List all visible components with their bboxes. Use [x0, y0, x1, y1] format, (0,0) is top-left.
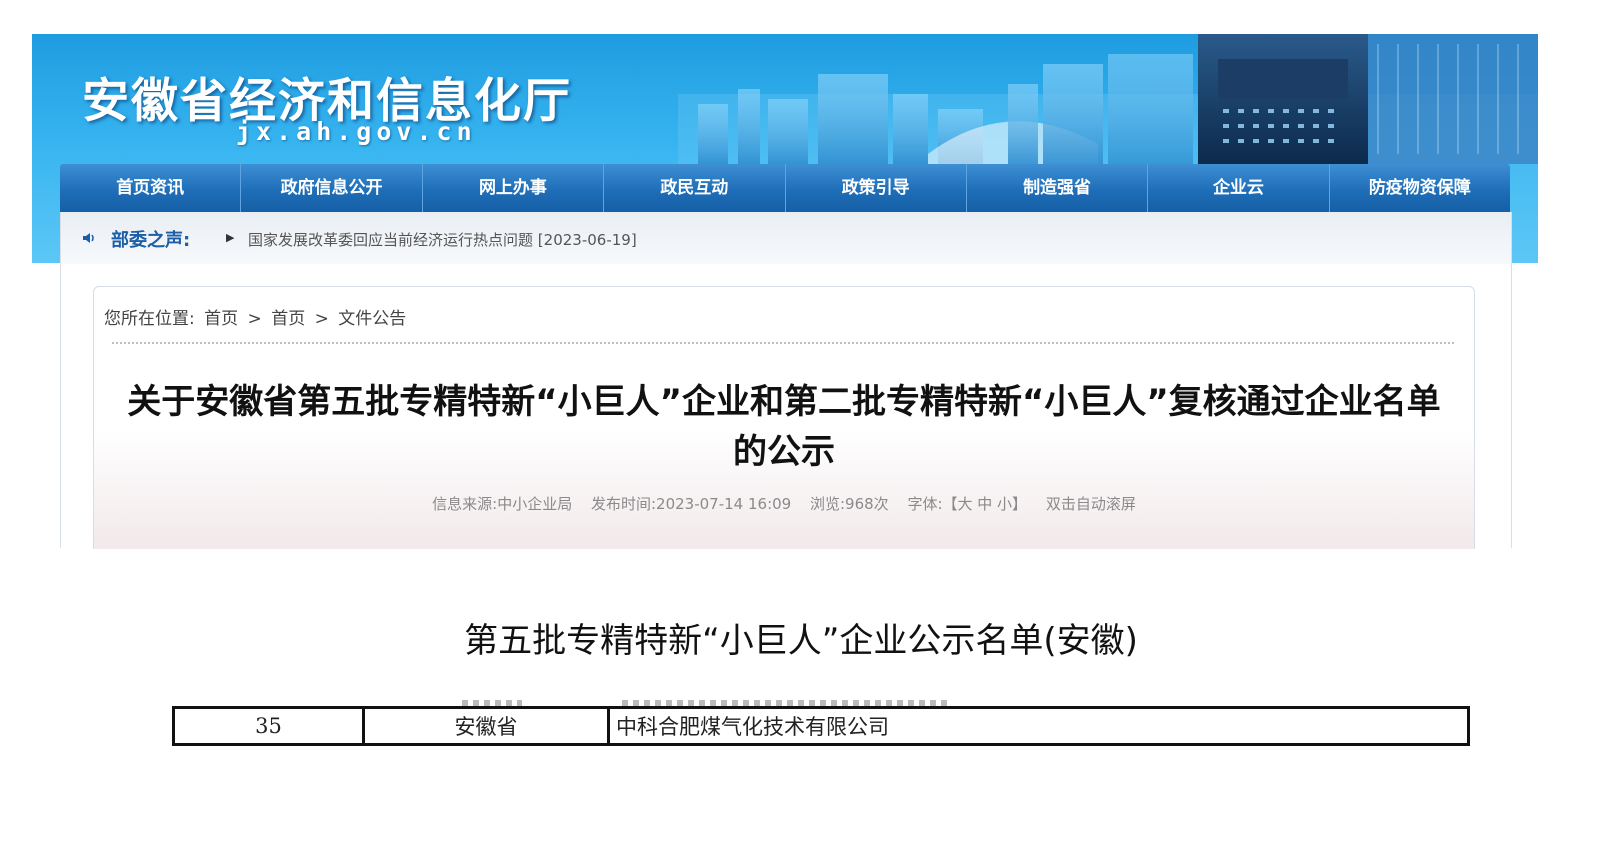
article-title: 关于安徽省第五批专精特新“小巨人”企业和第二批专精特新“小巨人”复核通过企业名单… — [127, 382, 1441, 472]
ticker-label: 部委之声: — [111, 230, 191, 251]
content-area: 部委之声: ▶ 国家发展改革委回应当前经济运行热点问题 [2023-06-19]… — [60, 212, 1512, 549]
news-ticker: 部委之声: ▶ 国家发展改革委回应当前经济运行热点问题 [2023-06-19] — [61, 212, 1511, 264]
company-table: 35 安徽省 中科合肥煤气化技术有限公司 — [172, 706, 1470, 746]
font-size-control[interactable]: 字体:【大 中 小】 — [907, 495, 1027, 513]
nav-item-epidemic-supplies[interactable]: 防疫物资保障 — [1330, 164, 1510, 212]
cell-no: 35 — [172, 706, 365, 746]
breadcrumb-link-announcements[interactable]: 文件公告 — [338, 309, 406, 329]
breadcrumb-link-home[interactable]: 首页 — [204, 309, 238, 329]
meta-source: 信息来源:中小企业局 — [432, 495, 573, 513]
nav-item-online-services[interactable]: 网上办事 — [423, 164, 605, 212]
cell-company: 中科合肥煤气化技术有限公司 — [607, 706, 1470, 746]
breadcrumb-link-home-2[interactable]: 首页 — [271, 309, 305, 329]
nav-item-policy[interactable]: 政策引导 — [786, 164, 967, 212]
auto-scroll-toggle[interactable]: 双击自动滚屏 — [1046, 495, 1136, 513]
ticker-headline-link[interactable]: 国家发展改革委回应当前经济运行热点问题 [2023-06-19] — [248, 229, 637, 250]
speaker-icon — [83, 233, 94, 243]
article-panel: 您所在位置: 首页 > 首页 > 文件公告 关于安徽省第五批专精特新“小巨人”企… — [93, 286, 1475, 549]
breadcrumb-separator: > — [314, 309, 329, 329]
article-meta: 信息来源:中小企业局 发布时间:2023-07-14 16:09 浏览:968次… — [94, 493, 1474, 514]
ticker-headline[interactable]: 国家发展改革委回应当前经济运行热点问题 — [248, 231, 533, 249]
triangle-right-icon: ▶ — [226, 231, 235, 244]
site-frame: 安徽省经济和信息化厅 jx.ah.gov.cn 首页资讯 政府信息公开 网上办事… — [32, 34, 1538, 549]
meta-published: 发布时间:2023-07-14 16:09 — [590, 495, 792, 513]
nav-item-gov-info[interactable]: 政府信息公开 — [241, 164, 423, 212]
company-table-wrap: 35 安徽省 中科合肥煤气化技术有限公司 — [172, 700, 1470, 746]
site-domain: jx.ah.gov.cn — [236, 117, 477, 146]
nav-item-interaction[interactable]: 政民互动 — [604, 164, 786, 212]
main-nav: 首页资讯 政府信息公开 网上办事 政民互动 政策引导 制造强省 企业云 防疫物资… — [60, 164, 1510, 212]
nav-item-enterprise-cloud[interactable]: 企业云 — [1148, 164, 1330, 212]
breadcrumb: 您所在位置: 首页 > 首页 > 文件公告 — [104, 304, 410, 329]
breadcrumb-separator: > — [247, 309, 262, 329]
dotted-divider — [112, 342, 1454, 344]
nav-item-home-news[interactable]: 首页资讯 — [60, 164, 242, 212]
cell-province: 安徽省 — [362, 706, 610, 746]
list-heading: 第五批专精特新“小巨人”企业公示名单(安徽) — [464, 621, 1138, 661]
nav-item-manufacturing[interactable]: 制造强省 — [967, 164, 1149, 212]
breadcrumb-prefix: 您所在位置: — [104, 309, 195, 329]
ticker-date: [2023-06-19] — [537, 231, 637, 249]
cropped-row-remnant — [172, 700, 1470, 706]
meta-views: 浏览:968次 — [810, 495, 889, 513]
table-row: 35 安徽省 中科合肥煤气化技术有限公司 — [172, 706, 1470, 746]
